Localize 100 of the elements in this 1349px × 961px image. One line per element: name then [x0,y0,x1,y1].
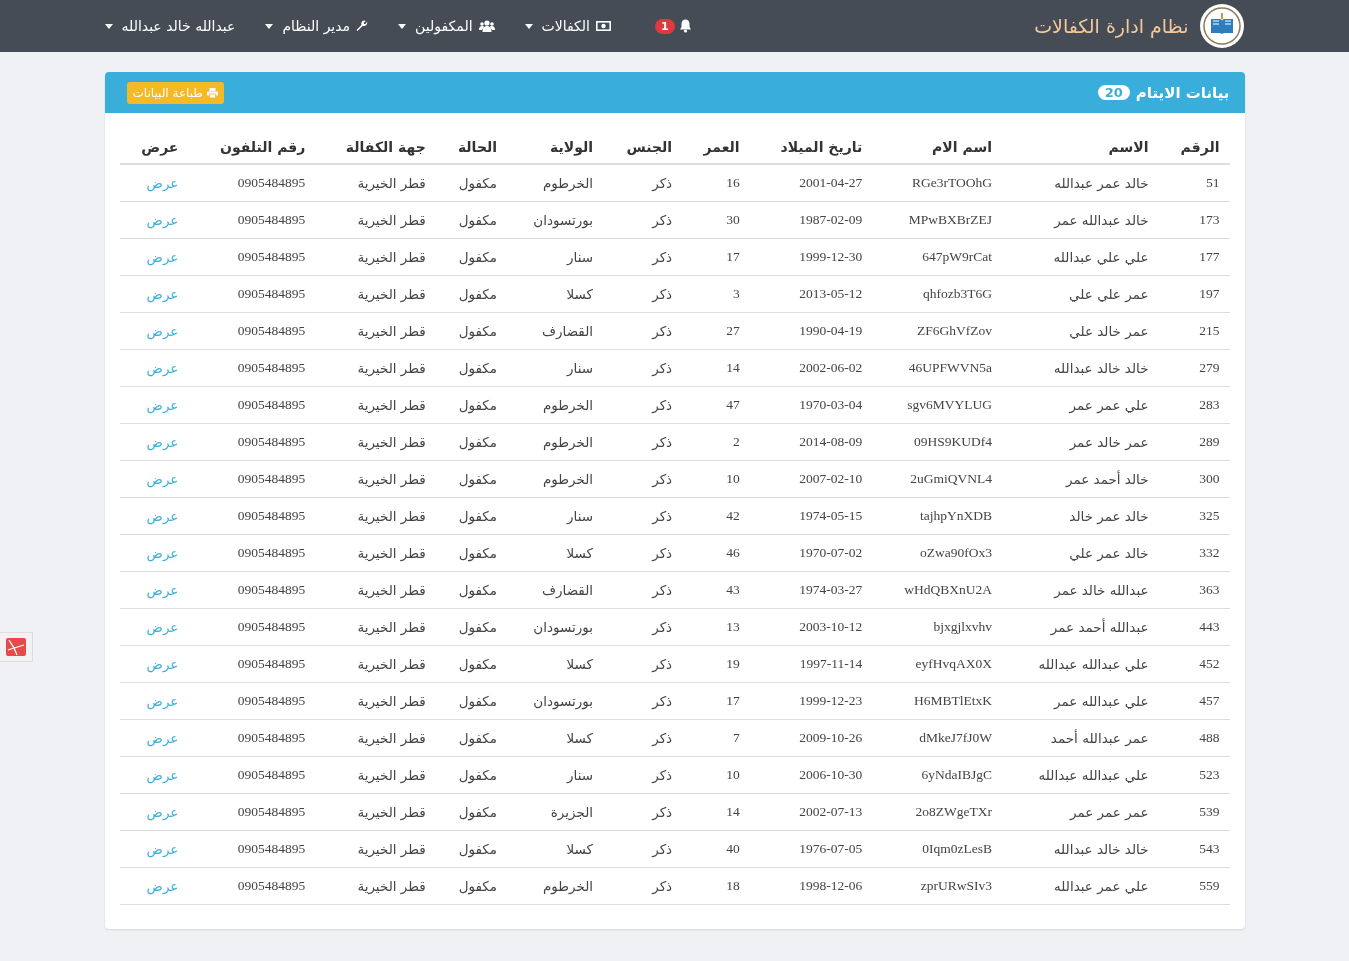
view-link[interactable]: عرض [146,322,179,339]
table-cell: عمر عمر عمر [1070,804,1149,820]
table-cell: ذكر [652,323,673,339]
table-cell: 559 [1199,878,1220,893]
view-link[interactable]: عرض [146,248,179,265]
table-cell: كسلا [566,545,594,561]
view-link[interactable]: عرض [146,766,179,783]
view-link[interactable]: عرض [146,840,179,857]
table-cell: 0905484895 [237,767,306,782]
table-cell: 17 [726,249,740,264]
table-cell: ذكر [652,286,673,302]
table-cell: 2002-06-02 [799,360,863,375]
table-cell: 19 [726,656,740,671]
table-cell: 47 [726,397,740,412]
table-cell: بورتسودان [533,693,594,709]
view-link[interactable]: عرض [146,470,179,487]
view-link[interactable]: عرض [146,581,179,598]
table-cell: 1976-07-05 [799,841,863,856]
table-cell: ذكر [652,767,673,783]
table-cell: 1974-03-27 [799,582,863,597]
notifications-button[interactable]: 1 [654,18,692,34]
table-cell: qhfozb3T6G [923,286,992,301]
table-cell: قطر الخيرية [357,249,426,265]
column-header: العمر [682,131,750,164]
table-cell: ذكر [652,471,673,487]
view-link[interactable]: عرض [146,211,179,228]
table-cell: 0905484895 [237,841,306,856]
nav-menu[interactable]: الكفالات [524,18,611,34]
table-cell: القضارف [542,582,594,598]
table-cell: ذكر [652,212,673,228]
table-cell: 0Iqm0zLesB [922,841,992,856]
view-link[interactable]: عرض [146,396,179,413]
table-cell: خالد عمر عبدالله [1054,175,1149,191]
nav-menu[interactable]: مدير النظام [265,18,369,34]
view-link[interactable]: عرض [146,359,179,376]
table-cell: قطر الخيرية [357,545,426,561]
notification-count: 1 [654,18,675,34]
table-cell: 215 [1199,323,1220,338]
table-cell: علي عبدالله عبدالله [1038,656,1149,672]
table-cell: 18 [726,878,740,893]
table-cell: قطر الخيرية [357,804,426,820]
table-cell: قطر الخيرية [357,619,426,635]
view-link[interactable]: عرض [146,544,179,561]
table-cell: 7 [732,730,740,745]
column-header: الولاية [507,131,604,164]
table-cell: 2uGmiQVNL4 [910,471,992,486]
table-cell: ذكر [652,545,673,561]
table-cell: مكفول [458,730,498,746]
column-header: الرقم [1158,131,1230,164]
view-link[interactable]: عرض [146,877,179,894]
view-link[interactable]: عرض [146,729,179,746]
table-cell: 0905484895 [237,471,306,486]
table-cell: 46 [726,545,740,560]
table-cell: ذكر [652,582,673,598]
view-link[interactable]: عرض [146,507,179,524]
table-cell: MPwBXBrZEJ [908,212,992,227]
extension-button[interactable] [0,632,33,662]
table-cell: مكفول [458,508,498,524]
view-link[interactable]: عرض [146,692,179,709]
table-cell: علي عمر عبدالله [1054,878,1149,894]
view-link[interactable]: عرض [146,174,179,191]
table-cell: 0905484895 [237,323,306,338]
table-cell: قطر الخيرية [357,434,426,450]
table-cell: قطر الخيرية [357,175,426,191]
table-cell: 443 [1199,619,1220,634]
app-title: نظام ادارة الكفالات [1034,15,1189,37]
nav-menu[interactable]: المكفولين [398,18,495,34]
table-cell: RGe3rTOOhG [912,175,992,190]
print-button[interactable]: طباعة البيانات [126,81,224,104]
caret-icon [524,23,533,29]
view-link[interactable]: عرض [146,433,179,450]
table-cell: مكفول [458,323,498,339]
table-cell: كسلا [566,730,594,746]
table-cell: 325 [1199,508,1220,523]
table-cell: علي عبدالله عبدالله [1038,767,1149,783]
view-link[interactable]: عرض [146,803,179,820]
table-cell: 647pW9rCat [922,249,992,264]
table-cell: 30 [726,212,740,227]
table-cell: سنار [567,767,594,783]
table-cell: مكفول [458,804,498,820]
table-cell: مكفول [458,767,498,783]
table-cell: قطر الخيرية [357,730,426,746]
view-link[interactable]: عرض [146,655,179,672]
table-cell: 46UPFWVN5a [908,360,992,375]
table-cell: 51 [1206,175,1220,190]
table-cell: ذكر [652,878,673,894]
table-cell: مكفول [458,545,498,561]
table-cell: مكفول [458,656,498,672]
table-cell: 2013-05-12 [799,286,863,301]
table-cell: قطر الخيرية [357,878,426,894]
table-cell: ذكر [652,619,673,635]
view-link[interactable]: عرض [146,618,179,635]
table-cell: سنار [567,360,594,376]
table-cell: مكفول [458,619,498,635]
nav-menu[interactable]: عبدالله خالد عبدالله [104,18,236,34]
table-cell: 173 [1199,212,1220,227]
table-cell: عبدالله أحمد عمر [1050,619,1149,635]
table-cell: 43 [726,582,740,597]
table-cell: 1997-11-14 [799,656,863,671]
view-link[interactable]: عرض [146,285,179,302]
